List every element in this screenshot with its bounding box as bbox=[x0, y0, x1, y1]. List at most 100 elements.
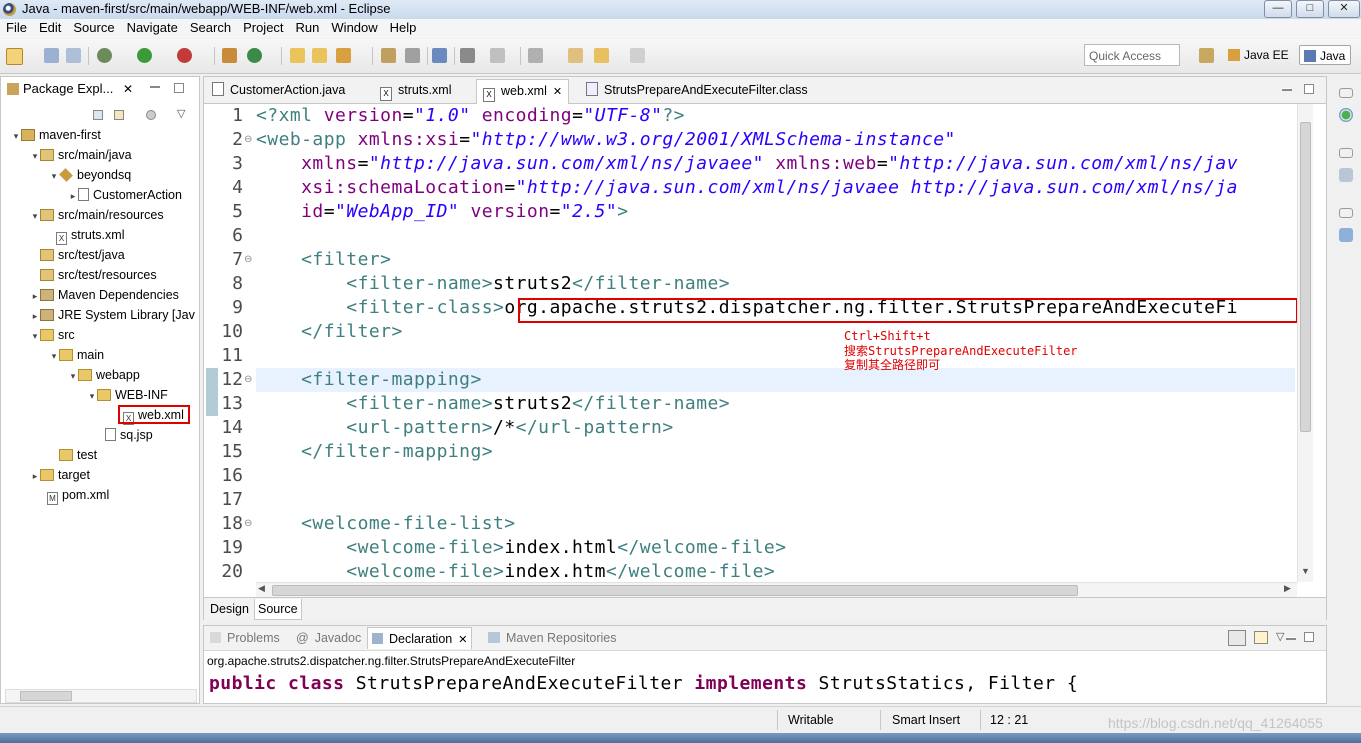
outline-view-icon[interactable] bbox=[1339, 228, 1353, 242]
task-list-icon[interactable] bbox=[1339, 168, 1353, 182]
code-text-area[interactable]: <?xml version="1.0" encoding="UTF-8"?> <… bbox=[256, 104, 1295, 582]
quick-access-input[interactable]: Quick Access bbox=[1084, 44, 1180, 66]
tree-item[interactable]: src/test/java bbox=[40, 245, 125, 265]
external-tools-icon[interactable] bbox=[177, 48, 192, 63]
open-perspective-icon[interactable] bbox=[1199, 48, 1214, 63]
menu-window[interactable]: Window bbox=[331, 19, 377, 35]
maximize-button[interactable]: □ bbox=[1296, 0, 1324, 18]
run-icon[interactable] bbox=[137, 48, 152, 63]
close-icon[interactable]: ✕ bbox=[458, 634, 467, 646]
close-icon[interactable]: ✕ bbox=[123, 82, 133, 96]
scroll-down-icon[interactable]: ▼ bbox=[1301, 566, 1310, 576]
console-icon[interactable] bbox=[432, 48, 447, 63]
scroll-thumb[interactable] bbox=[272, 585, 1078, 596]
tree-item[interactable]: ▾ beyondsq bbox=[49, 165, 131, 185]
toggle-mark-icon[interactable] bbox=[381, 48, 396, 63]
package-explorer-tab[interactable]: Package Expl... ✕ bbox=[7, 77, 133, 101]
minimize-view-icon[interactable] bbox=[150, 85, 160, 88]
tree-item[interactable]: src/test/resources bbox=[40, 265, 157, 285]
tree-item[interactable]: ▾ main bbox=[49, 345, 104, 365]
view-menu-icon[interactable]: ▽ bbox=[1276, 630, 1284, 643]
tab-struts-xml[interactable]: Xstruts.xml bbox=[374, 79, 457, 102]
new-java-project-icon[interactable] bbox=[222, 48, 237, 63]
perspective-java-ee[interactable]: Java EE bbox=[1224, 45, 1294, 65]
tree-item[interactable]: ▸ CustomerAction bbox=[68, 185, 182, 205]
link-icon[interactable] bbox=[460, 48, 475, 63]
close-button[interactable]: ✕ bbox=[1328, 0, 1360, 18]
next-annotation-icon[interactable] bbox=[528, 48, 543, 63]
tab-design[interactable]: Design bbox=[207, 599, 252, 619]
tree-item[interactable]: ▾ maven-first bbox=[11, 125, 101, 145]
tab-struts-filter-class[interactable]: StrutsPrepareAndExecuteFilter.class bbox=[580, 79, 814, 102]
menu-project[interactable]: Project bbox=[243, 19, 283, 35]
tree-item[interactable]: test bbox=[59, 445, 97, 465]
maximize-editor-icon[interactable] bbox=[1304, 84, 1314, 94]
last-edit-icon[interactable] bbox=[568, 48, 583, 63]
debug-icon[interactable] bbox=[97, 48, 112, 63]
pin-icon[interactable] bbox=[490, 48, 505, 63]
annotation-icon[interactable] bbox=[405, 48, 420, 63]
tree-item[interactable]: Xstruts.xml bbox=[56, 225, 124, 245]
scroll-thumb[interactable] bbox=[1300, 122, 1311, 432]
fold-icon[interactable]: ⊖ bbox=[244, 518, 252, 529]
restore-icon[interactable] bbox=[1339, 148, 1353, 158]
link-with-editor-icon[interactable] bbox=[114, 110, 124, 120]
restore-icon[interactable] bbox=[1339, 88, 1353, 98]
tree-item[interactable]: ▾ src bbox=[30, 325, 75, 345]
back-icon[interactable] bbox=[594, 48, 609, 63]
minimize-view-icon[interactable] bbox=[1286, 637, 1296, 640]
menu-help[interactable]: Help bbox=[390, 19, 417, 35]
tree-item[interactable]: ▸ target bbox=[30, 465, 90, 485]
menu-search[interactable]: Search bbox=[190, 19, 231, 35]
tree-item[interactable]: Mpom.xml bbox=[47, 485, 109, 505]
tree-item[interactable]: ▸ JRE System Library [Jav bbox=[30, 305, 200, 325]
menu-source[interactable]: Source bbox=[73, 19, 114, 35]
tree-item[interactable]: ▾ WEB-INF bbox=[87, 385, 168, 405]
restore-icon[interactable] bbox=[1339, 208, 1353, 218]
fold-icon[interactable]: ⊖ bbox=[244, 254, 252, 265]
tab-declaration[interactable]: Declaration ✕ bbox=[367, 627, 473, 649]
view-menu-icon[interactable]: ▽ bbox=[177, 107, 185, 120]
fold-icon[interactable]: ⊖ bbox=[244, 374, 252, 385]
scroll-thumb[interactable] bbox=[20, 691, 72, 701]
save-icon[interactable] bbox=[44, 48, 59, 63]
tab-javadoc[interactable]: @ Javadoc bbox=[292, 627, 365, 649]
search-icon[interactable] bbox=[336, 48, 351, 63]
tree-item[interactable]: ▾ src/main/resources bbox=[30, 205, 164, 225]
link-with-selection-icon[interactable] bbox=[1228, 630, 1246, 646]
outline-icon[interactable] bbox=[1339, 108, 1353, 122]
new-java-class-icon[interactable] bbox=[247, 48, 262, 63]
tree-item[interactable]: sq.jsp bbox=[105, 425, 153, 445]
open-input-icon[interactable] bbox=[1254, 631, 1268, 644]
minimize-button[interactable]: — bbox=[1264, 0, 1292, 18]
scroll-right-icon[interactable]: ▶ bbox=[1284, 583, 1291, 594]
tab-maven-repositories[interactable]: Maven Repositories bbox=[484, 627, 620, 649]
open-type-icon[interactable] bbox=[290, 48, 305, 63]
menu-navigate[interactable]: Navigate bbox=[127, 19, 178, 35]
close-icon[interactable]: ✕ bbox=[553, 86, 562, 98]
minimize-editor-icon[interactable] bbox=[1282, 88, 1292, 91]
collapse-all-icon[interactable] bbox=[93, 110, 103, 120]
filter-icon[interactable] bbox=[146, 110, 156, 120]
vertical-scrollbar[interactable]: ▼ bbox=[1297, 104, 1313, 582]
horizontal-scrollbar[interactable]: ◀ ▶ bbox=[256, 582, 1297, 598]
forward-icon[interactable] bbox=[630, 48, 645, 63]
horizontal-scrollbar[interactable] bbox=[5, 689, 197, 703]
new-icon[interactable] bbox=[6, 48, 23, 65]
tree-item[interactable]: ▾ src/main/java bbox=[30, 145, 132, 165]
menu-run[interactable]: Run bbox=[296, 19, 320, 35]
maximize-view-icon[interactable] bbox=[174, 83, 184, 93]
fold-icon[interactable]: ⊖ bbox=[244, 134, 252, 145]
tab-problems[interactable]: Problems bbox=[206, 627, 284, 649]
maximize-view-icon[interactable] bbox=[1304, 632, 1314, 642]
tab-customer-action[interactable]: CustomerAction.java bbox=[206, 79, 351, 102]
tree-item[interactable]: ▸ Maven Dependencies bbox=[30, 285, 179, 305]
tab-web-xml[interactable]: Xweb.xml ✕ bbox=[476, 79, 570, 104]
tree-item[interactable]: ▾ webapp bbox=[68, 365, 140, 385]
save-all-icon[interactable] bbox=[66, 48, 81, 63]
menu-file[interactable]: File bbox=[6, 19, 27, 35]
tab-source[interactable]: Source bbox=[254, 599, 302, 620]
open-folder-icon[interactable] bbox=[312, 48, 327, 63]
scroll-left-icon[interactable]: ◀ bbox=[258, 583, 265, 594]
menu-edit[interactable]: Edit bbox=[39, 19, 61, 35]
